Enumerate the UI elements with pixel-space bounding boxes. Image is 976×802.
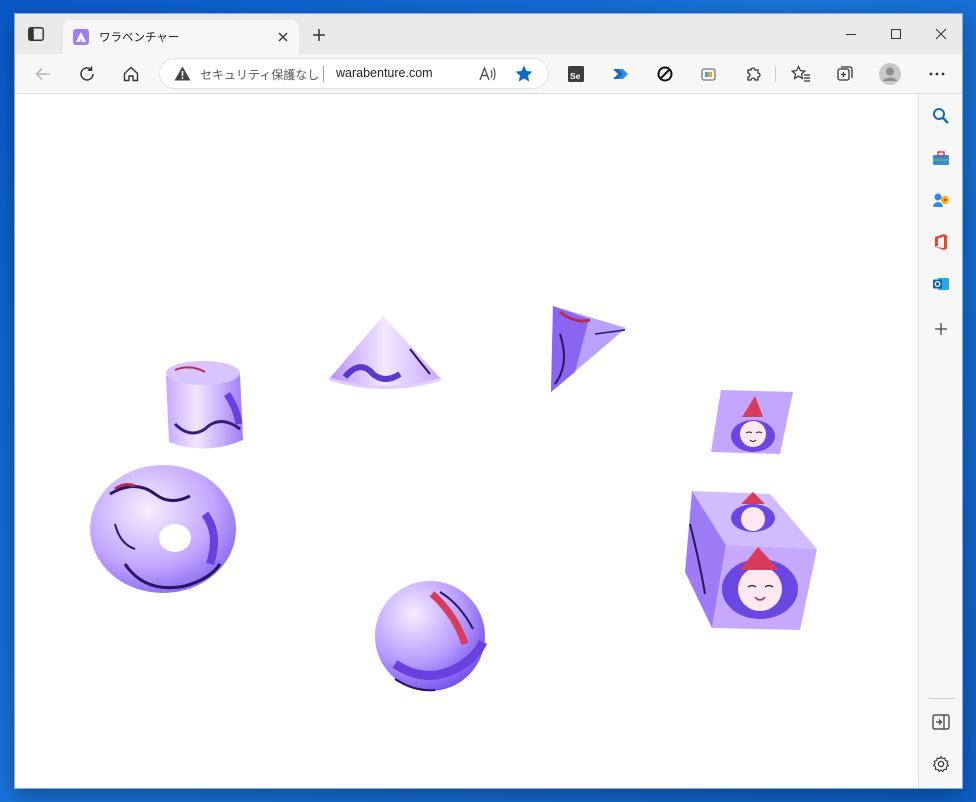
sidebar-divider [929,698,955,699]
collections-icon [701,68,716,81]
people-icon [933,193,949,207]
more-button[interactable] [925,62,949,86]
favorites-button[interactable] [789,62,813,86]
tab-title: ワラベンチャー [99,30,180,44]
more-icon [929,72,945,76]
sphere-shape[interactable] [375,581,488,692]
block-icon [657,66,673,82]
home-button[interactable] [119,62,143,86]
sidebar-office-button[interactable] [931,232,951,252]
close-window-icon [935,28,947,40]
security-status-text[interactable]: セキュリティ保護なし [200,66,319,83]
title-bar: ワラベンチャー [15,14,962,54]
sidebar-settings-button[interactable] [931,754,951,774]
torus-shape[interactable] [90,465,236,593]
office-icon [935,234,947,250]
navigation-toolbar: セキュリティ保護なし warabenture.com Se [15,54,962,94]
read-aloud-icon [479,66,496,81]
page-content [15,94,918,788]
svg-text:Se: Se [570,71,581,81]
close-icon [278,32,288,42]
collections-add-icon [837,66,853,81]
tab-actions-icon [28,27,44,41]
minimize-button[interactable] [828,14,874,54]
profile-button[interactable] [878,62,902,86]
textured-plane-shape[interactable] [711,390,793,454]
maximize-icon [891,29,901,39]
back-button[interactable] [31,62,55,86]
sidebar-hide-button[interactable] [931,712,951,732]
sidebar-add-button[interactable] [931,319,951,339]
extensions-icon [747,67,761,81]
plus-icon [313,29,325,41]
selenium-extension-icon: Se [568,66,584,82]
browser-window: ワラベンチャー セキュリティ保護なし warabenture.com Se [15,14,962,788]
tab-active[interactable]: ワラベンチャー [63,20,299,54]
edge-sidebar [918,94,962,788]
site-favicon [73,29,89,45]
power-automate-icon [613,69,628,79]
hide-sidebar-icon [932,714,950,730]
cone-shape[interactable] [328,316,442,389]
tab-close-button[interactable] [275,29,291,45]
favorites-icon [791,65,810,82]
maximize-button[interactable] [873,14,919,54]
three-d-scene[interactable] [15,94,918,788]
refresh-button[interactable] [75,62,99,86]
read-aloud-button[interactable] [478,65,498,83]
toolbar-divider [775,66,776,82]
sidebar-outlook-button[interactable] [931,274,951,294]
refresh-icon [80,66,94,81]
collections-button[interactable] [833,62,857,86]
home-icon [123,66,139,82]
cylinder-shape[interactable] [166,361,243,449]
extensions-button[interactable] [741,62,765,86]
address-divider [323,66,324,82]
collections-extension-button[interactable] [697,62,721,86]
address-bar[interactable]: セキュリティ保護なし warabenture.com [160,59,548,88]
minimize-icon [846,34,856,35]
settings-icon [932,755,950,773]
favorite-star-icon [515,65,533,82]
search-icon [933,108,949,124]
back-icon [35,67,50,81]
profile-icon [879,63,901,85]
close-window-button[interactable] [918,14,962,54]
triangular-prism-shape[interactable] [551,306,626,392]
url-text[interactable]: warabenture.com [336,66,433,80]
add-icon [935,323,947,335]
tab-actions-button[interactable] [27,26,45,42]
favorite-button[interactable] [514,64,534,84]
power-automate-button[interactable] [609,62,633,86]
warning-icon[interactable] [174,66,191,81]
sidebar-search-button[interactable] [931,106,951,126]
sidebar-tools-button[interactable] [931,148,951,168]
cube-shape[interactable] [685,491,817,630]
selenium-extension-button[interactable]: Se [564,62,588,86]
block-button[interactable] [653,62,677,86]
new-tab-button[interactable] [311,27,327,43]
outlook-icon [933,278,949,290]
sidebar-people-button[interactable] [931,190,951,210]
tools-icon [933,151,949,165]
